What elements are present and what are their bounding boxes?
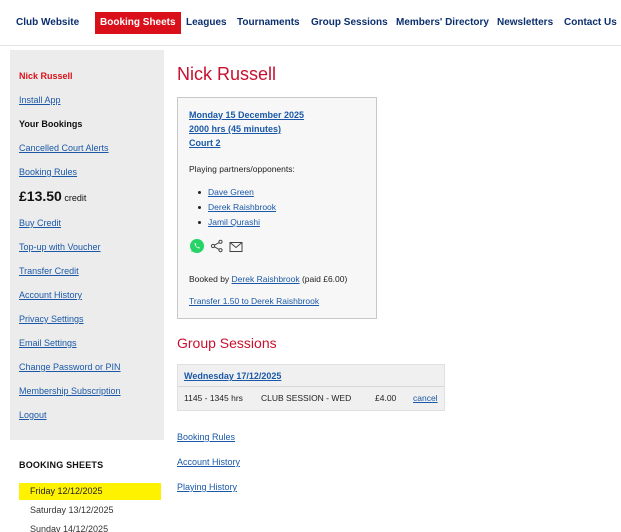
partner-link[interactable]: Jamil Qurashi — [208, 217, 260, 227]
sidebar-install-app[interactable]: Install App — [19, 95, 61, 105]
credit-amount: £13.50 — [19, 188, 62, 204]
booking-card: Monday 15 December 2025 2000 hrs (45 min… — [177, 97, 377, 319]
nav-tournaments[interactable]: Tournaments — [232, 12, 305, 34]
nav-newsletters[interactable]: Newsletters — [492, 12, 558, 34]
booking-sheets-heading: BOOKING SHEETS — [19, 460, 104, 470]
booked-by-paid: (paid £6.00) — [301, 274, 348, 284]
bullet — [198, 221, 201, 224]
group-session-date-link[interactable]: Wednesday 17/12/2025 — [184, 371, 281, 381]
partner-link[interactable]: Dave Green — [208, 187, 254, 197]
group-session-cancel-link[interactable]: cancel — [413, 393, 438, 403]
sidebar-email-settings[interactable]: Email Settings — [19, 338, 77, 348]
sidebar-booking-rules[interactable]: Booking Rules — [19, 167, 77, 177]
top-navigation: Club Website Booking Sheets Leagues Tour… — [0, 0, 621, 46]
sidebar-your-bookings[interactable]: Your Bookings — [19, 119, 82, 129]
nav-booking-sheets[interactable]: Booking Sheets — [95, 12, 181, 34]
booking-sheet-day[interactable]: Sunday 14/12/2025 — [19, 521, 161, 532]
email-icon[interactable] — [229, 240, 243, 258]
booked-by-prefix: Booked by — [189, 274, 230, 284]
bullet — [198, 191, 201, 194]
nav-leagues[interactable]: Leagues — [181, 12, 232, 34]
booked-by-member-link[interactable]: Derek Raishbrook — [232, 274, 300, 284]
sidebar-buy-credit[interactable]: Buy Credit — [19, 218, 61, 228]
page-title: Nick Russell — [177, 64, 277, 84]
account-history-link[interactable]: Account History — [177, 457, 240, 467]
nav-group-sessions[interactable]: Group Sessions — [306, 12, 393, 34]
sidebar-topup-voucher[interactable]: Top-up with Voucher — [19, 242, 101, 252]
booking-court-link[interactable]: Court 2 — [189, 138, 221, 148]
partners-label: Playing partners/opponents: — [189, 164, 295, 174]
group-sessions-heading: Group Sessions — [177, 335, 277, 351]
divider — [178, 386, 444, 387]
sidebar: Nick Russell Install App Your Bookings C… — [10, 50, 164, 440]
credit-label: credit — [64, 193, 87, 203]
share-icon[interactable] — [210, 239, 224, 258]
sidebar-logout[interactable]: Logout — [19, 410, 47, 420]
partner-link[interactable]: Derek Raishbrook — [208, 202, 276, 212]
transfer-link[interactable]: Transfer 1.50 to Derek Raishbrook — [189, 296, 319, 306]
booking-sheet-day-today[interactable]: Friday 12/12/2025 — [19, 483, 161, 500]
sidebar-user-name: Nick Russell — [19, 71, 73, 81]
sidebar-privacy-settings[interactable]: Privacy Settings — [19, 314, 84, 324]
group-session-price: £4.00 — [375, 393, 397, 403]
booked-by-text: Booked by Derek Raishbrook (paid £6.00) — [189, 274, 347, 284]
sidebar-change-password[interactable]: Change Password or PIN — [19, 362, 121, 372]
group-sessions-table: Wednesday 17/12/2025 1145 - 1345 hrs CLU… — [177, 364, 445, 411]
booking-time-link[interactable]: 2000 hrs (45 minutes) — [189, 124, 281, 134]
playing-history-link[interactable]: Playing History — [177, 482, 237, 492]
nav-contact-us[interactable]: Contact Us — [559, 12, 621, 34]
sidebar-account-history[interactable]: Account History — [19, 290, 82, 300]
group-session-time: 1145 - 1345 hrs — [184, 393, 243, 403]
booking-rules-link[interactable]: Booking Rules — [177, 432, 235, 442]
sidebar-membership-subscription[interactable]: Membership Subscription — [19, 386, 121, 396]
group-session-name: CLUB SESSION - WED — [261, 393, 352, 403]
bullet — [198, 206, 201, 209]
sidebar-cancelled-court-alerts[interactable]: Cancelled Court Alerts — [19, 143, 109, 153]
sidebar-transfer-credit[interactable]: Transfer Credit — [19, 266, 79, 276]
whatsapp-icon[interactable] — [189, 238, 205, 259]
nav-members-directory[interactable]: Members' Directory — [391, 12, 494, 34]
sidebar-credit-balance: £13.50 credit — [19, 188, 86, 204]
nav-club-website[interactable]: Club Website — [11, 12, 84, 34]
booking-date-link[interactable]: Monday 15 December 2025 — [189, 110, 304, 120]
booking-sheet-day[interactable]: Saturday 13/12/2025 — [19, 502, 161, 519]
